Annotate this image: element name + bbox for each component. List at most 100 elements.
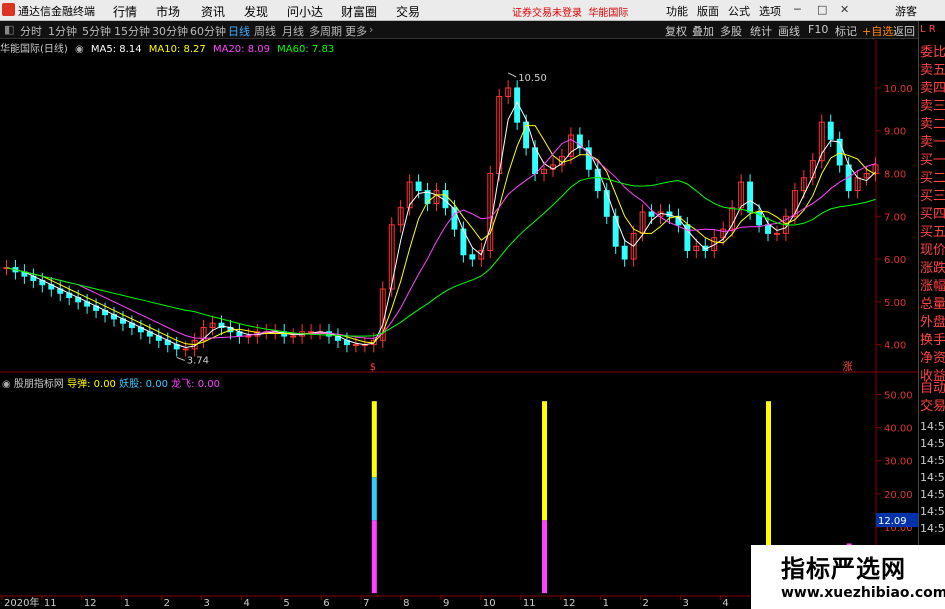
time-tick-label: 1: [603, 598, 609, 609]
time-tick-label: 3: [682, 598, 688, 609]
time-tick-label: 12: [563, 598, 576, 609]
indicator-tick-label: 20.00: [884, 490, 913, 501]
quote-label: 外盘: [920, 315, 945, 330]
indicator-bar: [542, 401, 548, 521]
quote-label: 买一: [920, 153, 945, 168]
legend-ma20: MA20: 8.09: [212, 44, 270, 55]
kline-chart[interactable]: 10.00 9.00 8.00 7.00 6.00 5.00 4.00 10.50 3.74 $ 涨…: [0, 0, 918, 609]
time-tick-label: 9: [443, 598, 449, 609]
ma5-line: [6, 101, 876, 349]
indicator-bar: [371, 520, 377, 594]
quote-label: 自动: [920, 381, 945, 396]
indicator-current-value: 12.09: [878, 516, 907, 527]
candle-body: [621, 245, 628, 260]
candle-body: [765, 224, 771, 234]
price-tick-label: 4.00: [884, 341, 906, 352]
low-marker: [176, 356, 185, 361]
time-tick-label: 6: [323, 598, 329, 609]
candle-body: [747, 181, 754, 213]
panel-lr-label: L R: [920, 24, 936, 35]
quote-label: 交易: [920, 399, 945, 414]
quote-label: 买二: [920, 171, 945, 186]
time-tick-label: 8: [403, 598, 409, 609]
trade-time: 14:56: [920, 488, 945, 501]
trade-time: 14:56: [920, 522, 945, 535]
main-legend: 华能国际(日线) ◉ MA5: 8.14 MA10: 8.27 MA20: 8.…: [0, 40, 338, 56]
legend-ma10: MA10: 8.27: [148, 44, 206, 55]
trade-time: 14:56: [920, 505, 945, 518]
candle-body: [648, 211, 655, 217]
quote-label: 涨跌: [920, 261, 945, 276]
trade-time: 14:56: [920, 420, 945, 433]
time-tick-label: 7: [363, 598, 369, 609]
time-tick-label: 11: [523, 598, 536, 609]
quote-label: 卖二: [920, 117, 945, 132]
indicator-title: 股朋指标网: [13, 379, 64, 390]
time-tick-label: 2: [164, 598, 170, 609]
quote-label: 买三: [920, 189, 945, 204]
legend-ma60: MA60: 7.83: [277, 44, 335, 55]
indicator-settings-icon[interactable]: ◉: [2, 379, 11, 390]
low-price-label: 3.74: [187, 355, 209, 366]
time-tick-label: 2: [643, 598, 649, 609]
quote-label: 买四: [920, 207, 945, 222]
indicator-tick-label: 30.00: [884, 457, 913, 468]
ma20-line: [6, 138, 876, 339]
indicator-legend: ◉ 股朋指标网 导弹: 0.00 妖股: 0.00 龙飞: 0.00: [2, 375, 220, 390]
legend-longfei: 龙飞: 0.00: [171, 379, 220, 390]
quote-label: 涨幅: [920, 279, 945, 294]
watermark-title: 指标严选网: [781, 555, 906, 583]
candle-body: [774, 232, 780, 235]
indicator-bar: [371, 477, 377, 521]
price-tick-label: 10.00: [884, 84, 913, 95]
legend-daodan: 导弹: 0.00: [67, 379, 116, 390]
watermark: 指标严选网 www.xuezhibiao.com: [751, 545, 945, 609]
time-tick-label: 2020年: [4, 596, 39, 609]
quote-label: 卖一: [920, 135, 945, 150]
price-tick-label: 7.00: [884, 212, 906, 223]
candle-body: [451, 207, 458, 230]
candle-body: [469, 254, 476, 260]
price-tick-label: 8.00: [884, 170, 906, 181]
watermark-url: www.xuezhibiao.com: [781, 585, 945, 601]
time-tick-label: 10: [483, 598, 496, 609]
indicator-bar: [542, 520, 548, 594]
candle-body: [182, 348, 189, 351]
time-tick-label: 5: [283, 598, 289, 609]
time-tick-label: 3: [204, 598, 210, 609]
indicator-bar: [766, 401, 772, 560]
chart-title: 华能国际(日线): [0, 44, 68, 55]
quote-label: 现价: [920, 243, 945, 258]
quote-side-panel: L R 委比 卖五 卖四 卖三 卖二 卖一 买一 买二 买三 买四 买五 现价 涨跌 涨幅 总量 外盘 换手 净资…: [918, 21, 945, 609]
quote-label: 卖五: [920, 63, 945, 78]
candle-body: [352, 344, 359, 347]
quote-label: 卖三: [920, 99, 945, 114]
high-marker: [507, 72, 517, 78]
candle-body: [415, 181, 422, 192]
price-tick-label: 5.00: [884, 298, 906, 309]
trade-time: 14:56: [920, 454, 945, 467]
quote-label: 卖四: [920, 81, 945, 96]
indicator-tick-label: 40.00: [884, 424, 913, 435]
candle-body: [827, 121, 834, 140]
time-tick-label: 11: [44, 598, 57, 609]
ma10-line: [6, 125, 876, 346]
quote-label: 买五: [920, 225, 945, 240]
quote-label: 委比: [920, 45, 945, 60]
legend-yaogu: 妖股: 0.00: [119, 379, 168, 390]
price-tick-label: 9.00: [884, 127, 906, 138]
signal-mark: 涨: [843, 361, 853, 373]
signal-mark: $: [370, 362, 376, 373]
time-tick-label: 4: [243, 598, 249, 609]
time-tick-label: 4: [722, 598, 728, 609]
legend-ma5: MA5: 8.14: [90, 44, 142, 55]
candles: [3, 80, 879, 357]
indicator-tick-label: 50.00: [884, 391, 913, 402]
quote-label: 净资: [920, 351, 945, 366]
quote-label: 总量: [920, 297, 945, 312]
trade-time: 14:56: [920, 471, 945, 484]
legend-settings-icon[interactable]: ◉: [75, 44, 84, 55]
candle-body: [603, 190, 610, 217]
candle-body: [290, 335, 297, 338]
trade-time: 14:56: [920, 437, 945, 450]
